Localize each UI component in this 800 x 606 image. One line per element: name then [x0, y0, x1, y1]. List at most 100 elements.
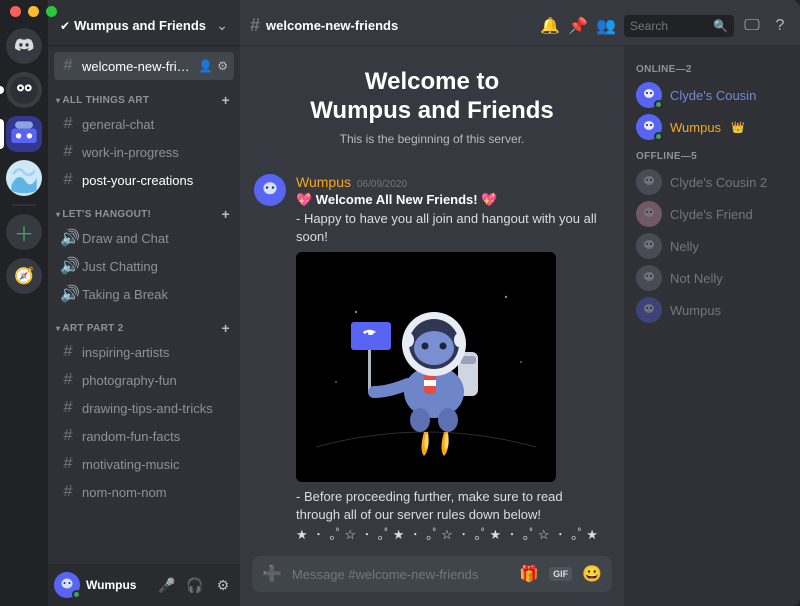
gif-button[interactable]: GIF — [549, 567, 572, 581]
channel-category[interactable]: ▾ ALL THINGS ART + — [54, 80, 234, 110]
channel-item[interactable]: 🔊 Draw and Chat — [54, 224, 234, 252]
category-name: ART PART 2 — [62, 323, 221, 334]
guild-item[interactable] — [6, 72, 42, 108]
message-avatar[interactable] — [254, 174, 286, 206]
server-name: Wumpus and Friends — [74, 18, 216, 33]
member-item[interactable]: Clyde's Cousin — [632, 79, 792, 111]
hashtag-icon: # — [60, 171, 76, 189]
channel-item-selected[interactable]: # welcome-new-friend... 👤 ⚙ — [54, 52, 234, 80]
channel-item[interactable]: # motivating-music — [54, 450, 234, 478]
message-text: ★ ･ ｡ﾟ☆ ･ ｡ﾟ★ ･ ｡ﾟ☆ ･ ｡ﾟ★ ･ ｡ﾟ☆ ･ ｡ﾟ★ — [296, 526, 610, 544]
search-input[interactable] — [630, 19, 713, 33]
member-item[interactable]: Clyde's Friend — [632, 198, 792, 230]
home-button[interactable] — [6, 28, 42, 64]
deafen-button[interactable]: 🎧 — [184, 577, 206, 594]
category-name: ALL THINGS ART — [62, 95, 221, 106]
channel-item[interactable]: 🔊 Taking a Break — [54, 280, 234, 308]
settings-button[interactable]: ⚙ — [212, 577, 234, 594]
channel-item[interactable]: # post-your-creations — [54, 166, 234, 194]
member-group-online: ONLINE—2 — [636, 64, 788, 75]
channel-name: general-chat — [82, 117, 228, 132]
member-name: Nelly — [670, 239, 699, 254]
pinned-button[interactable]: 📌 — [568, 16, 588, 36]
hashtag-icon: # — [60, 483, 76, 501]
channel-name: nom-nom-nom — [82, 485, 228, 500]
chevron-down-icon: ⌄ — [216, 17, 228, 34]
channel-item[interactable]: # photography-fun — [54, 366, 234, 394]
member-item[interactable]: Not Nelly — [632, 262, 792, 294]
notifications-button[interactable]: 🔔 — [540, 16, 560, 36]
channel-category[interactable]: ▾ ART PART 2 + — [54, 308, 234, 338]
speaker-icon: 🔊 — [60, 284, 76, 304]
search-icon: 🔍 — [713, 19, 728, 33]
welcome-title: Welcome toWumpus and Friends — [254, 68, 610, 126]
guild-item[interactable] — [6, 160, 42, 196]
category-name: LET'S HANGOUT! — [62, 209, 221, 220]
maximize-window[interactable] — [46, 6, 57, 17]
member-item[interactable]: Wumpus — [632, 294, 792, 326]
server-header[interactable]: ✔ Wumpus and Friends ⌄ — [48, 6, 240, 46]
message-scroll[interactable]: Welcome toWumpus and Friends This is the… — [240, 46, 624, 556]
member-item[interactable]: Nelly — [632, 230, 792, 262]
gift-button[interactable]: 🎁 — [519, 564, 539, 584]
channel-category[interactable]: ▾ LET'S HANGOUT! + — [54, 194, 234, 224]
message-attachment[interactable] — [296, 252, 556, 482]
status-online-icon — [654, 100, 663, 109]
invite-icon[interactable]: 👤 — [198, 59, 213, 73]
hashtag-icon: # — [60, 115, 76, 133]
wumpus-astronaut-icon — [296, 252, 556, 482]
speaker-icon: 🔊 — [60, 228, 76, 248]
emoji-button[interactable]: 😀 — [582, 564, 602, 584]
channel-item[interactable]: 🔊 Just Chatting — [54, 252, 234, 280]
explore-button[interactable]: 🧭 — [6, 258, 42, 294]
help-button[interactable]: ? — [770, 17, 790, 35]
main-panel: # welcome-new-friends 🔔 📌 👥 🔍 🖵 ? Welcom… — [240, 0, 800, 606]
member-list: ONLINE—2 Clyde's Cousin Wumpus 👑 OFFLINE… — [624, 46, 800, 606]
message-input[interactable] — [292, 567, 509, 582]
member-list-toggle[interactable]: 👥 — [596, 16, 616, 36]
message-timestamp: 06/09/2020 — [357, 179, 407, 190]
hashtag-icon: # — [60, 57, 76, 75]
member-avatar — [636, 114, 662, 140]
discord-logo-icon — [14, 36, 34, 56]
guild-bar: ＋ 🧭 — [0, 0, 48, 606]
member-avatar — [636, 297, 662, 323]
add-channel-button[interactable]: + — [222, 320, 230, 336]
chat-header: # welcome-new-friends 🔔 📌 👥 🔍 🖵 ? — [240, 6, 800, 46]
channel-item[interactable]: # inspiring-artists — [54, 338, 234, 366]
channel-name: Just Chatting — [82, 259, 228, 274]
add-channel-button[interactable]: + — [222, 206, 230, 222]
message-author[interactable]: Wumpus — [296, 174, 351, 190]
user-panel: Wumpus 🎤 🎧 ⚙ — [48, 564, 240, 606]
channel-list: # welcome-new-friend... 👤 ⚙ ▾ ALL THINGS… — [48, 46, 240, 564]
member-item[interactable]: Wumpus 👑 — [632, 111, 792, 143]
member-avatar — [636, 233, 662, 259]
hashtag-icon: # — [60, 427, 76, 445]
close-window[interactable] — [10, 6, 21, 17]
guild-separator — [12, 204, 36, 206]
gear-icon[interactable]: ⚙ — [217, 59, 228, 73]
add-channel-button[interactable]: + — [222, 92, 230, 108]
channel-name: motivating-music — [82, 457, 228, 472]
channel-name: random-fun-facts — [82, 429, 228, 444]
attach-button[interactable]: ➕ — [262, 564, 282, 584]
channel-name: post-your-creations — [82, 173, 228, 188]
member-item[interactable]: Clyde's Cousin 2 — [632, 166, 792, 198]
search-box[interactable]: 🔍 — [624, 15, 734, 37]
channel-item[interactable]: # random-fun-facts — [54, 422, 234, 450]
channel-item[interactable]: # drawing-tips-and-tricks — [54, 394, 234, 422]
hashtag-icon: # — [60, 455, 76, 473]
channel-item[interactable]: # general-chat — [54, 110, 234, 138]
self-avatar[interactable] — [54, 572, 80, 598]
member-name: Clyde's Cousin — [670, 88, 756, 103]
channel-item[interactable]: # nom-nom-nom — [54, 478, 234, 506]
minimize-window[interactable] — [28, 6, 39, 17]
inbox-button[interactable]: 🖵 — [742, 17, 762, 35]
member-name: Not Nelly — [670, 271, 723, 286]
mute-button[interactable]: 🎤 — [156, 577, 178, 594]
channel-item[interactable]: # work-in-progress — [54, 138, 234, 166]
add-server-button[interactable]: ＋ — [6, 214, 42, 250]
chevron-down-icon: ▾ — [56, 210, 60, 219]
guild-item-selected[interactable] — [6, 116, 42, 152]
member-avatar — [636, 201, 662, 227]
